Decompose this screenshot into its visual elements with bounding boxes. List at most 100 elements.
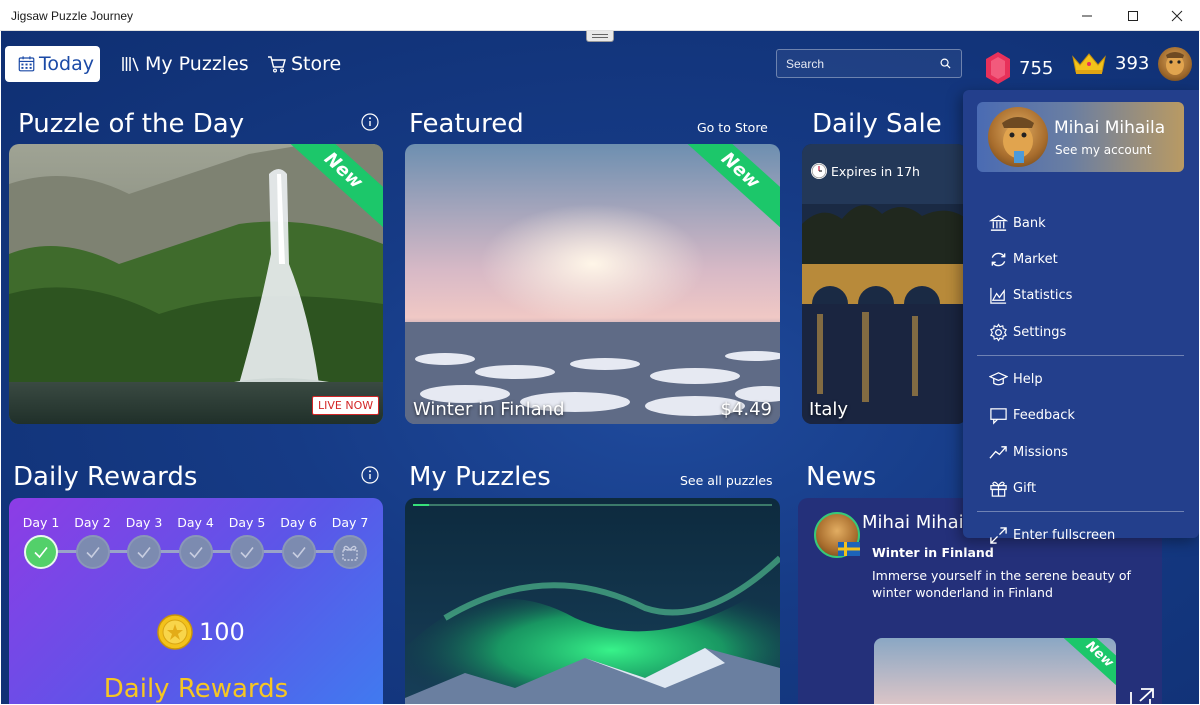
search-box (776, 49, 962, 78)
menu-item-fullscreen[interactable]: Enter fullscreen (989, 526, 1115, 545)
daily-sale-card[interactable]: Expires in 17h Italy (802, 144, 967, 424)
reward-day-label: Day 7 (331, 515, 369, 530)
calendar-icon (18, 56, 35, 72)
drag-handle[interactable] (586, 31, 614, 42)
close-button[interactable] (1154, 0, 1200, 31)
window-titlebar: Jigsaw Puzzle Journey (0, 0, 1200, 31)
crown-icon (1072, 53, 1106, 74)
reward-day-label: Day 3 (125, 515, 163, 530)
info-icon[interactable] (361, 466, 379, 484)
profile-avatar (988, 107, 1048, 167)
search-input[interactable] (777, 50, 932, 77)
puzzle-of-the-day-card[interactable]: New LIVE NOW (9, 144, 383, 424)
daily-rewards-card[interactable]: Day 1 Day 2 Day 3 Day 4 Day 5 Day 6 Day 7 100 … (9, 498, 383, 704)
chart-icon (990, 287, 1007, 304)
see-all-puzzles-link[interactable]: See all puzzles (680, 473, 773, 488)
menu-item-label: Bank (1013, 216, 1046, 231)
avatar-image (1166, 52, 1184, 75)
coin-icon (157, 614, 193, 650)
menu-item-bank[interactable]: Bank (989, 214, 1046, 233)
featured-name: Winter in Finland (413, 399, 565, 420)
gift-icon (342, 545, 358, 561)
gem-icon (986, 52, 1010, 84)
crowns-value: 393 (1115, 52, 1150, 74)
winter-finland-image (405, 144, 780, 424)
reward-day-marker[interactable] (75, 535, 110, 569)
reward-day-label: Day 5 (228, 515, 266, 530)
menu-item-missions[interactable]: Missions (989, 443, 1068, 462)
news-author: Mihai Mihail (862, 512, 969, 533)
see-my-account-link: See my account (1055, 143, 1152, 157)
cart-icon (268, 56, 286, 73)
search-icon[interactable] (940, 58, 951, 69)
puzzle-of-the-day-title: Puzzle of the Day (18, 109, 245, 139)
daily-rewards-banner: Daily Rewards (103, 674, 289, 704)
go-to-store-link[interactable]: Go to Store (697, 120, 768, 135)
reward-day-label: Day 1 (22, 515, 60, 530)
tab-today[interactable]: Today (5, 46, 100, 82)
window-title: Jigsaw Puzzle Journey (11, 9, 134, 23)
reward-day-gift[interactable] (333, 535, 367, 569)
menu-item-label: Settings (1013, 325, 1067, 340)
menu-item-settings[interactable]: Settings (989, 323, 1066, 342)
crowns-counter[interactable]: 393 (1071, 51, 1149, 75)
menu-item-label: Statistics (1013, 288, 1073, 303)
aurora-image (405, 498, 780, 704)
daily-sale-name: Italy (809, 399, 849, 420)
menu-item-gift[interactable]: Gift (989, 479, 1036, 498)
info-icon[interactable] (361, 113, 379, 131)
reward-day-claimed[interactable] (24, 535, 58, 569)
tab-store-label: Store (291, 53, 342, 75)
coin-amount: 100 (199, 618, 245, 646)
check-icon (188, 547, 203, 559)
gear-icon (990, 323, 1007, 342)
check-icon (85, 547, 100, 559)
graduation-cap-icon (989, 372, 1008, 386)
gems-counter[interactable]: 755 (985, 51, 1053, 85)
daily-sale-title: Daily Sale (812, 109, 942, 139)
check-icon (240, 547, 254, 559)
menu-item-label: Gift (1013, 481, 1037, 496)
maximize-button[interactable] (1110, 0, 1156, 31)
menu-item-label: Help (1013, 372, 1043, 387)
featured-card[interactable]: New Winter in Finland $4.49 (405, 144, 780, 424)
reward-day-label: Day 2 (74, 515, 111, 530)
menu-item-label: Market (1013, 252, 1058, 267)
reward-day-marker[interactable] (127, 535, 161, 569)
reward-day-marker[interactable] (230, 535, 264, 569)
menu-item-label: Missions (1013, 445, 1068, 460)
bank-icon (989, 215, 1008, 231)
library-icon (122, 57, 139, 72)
trend-up-icon (989, 446, 1007, 459)
minimize-icon (1082, 15, 1092, 16)
my-puzzles-card[interactable] (405, 498, 780, 704)
profile-name: Mihai Mihaila (1054, 118, 1166, 138)
news-body: Immerse yourself in the serene beauty of… (872, 568, 1131, 600)
menu-item-market[interactable]: Market (989, 250, 1058, 269)
tab-today-label: Today (39, 53, 94, 75)
user-avatar[interactable] (1158, 47, 1192, 81)
reward-day-marker[interactable] (178, 535, 213, 569)
menu-divider (977, 355, 1184, 356)
minimize-button[interactable] (1064, 0, 1110, 31)
menu-item-feedback[interactable]: Feedback (989, 406, 1075, 425)
tab-my-puzzles[interactable]: My Puzzles (121, 46, 249, 82)
live-now-badge: LIVE NOW (312, 396, 380, 415)
clock-icon (811, 163, 827, 179)
avatar-image (1002, 117, 1034, 163)
menu-item-statistics[interactable]: Statistics (989, 286, 1072, 305)
expires-timer: Expires in 17h (810, 162, 920, 180)
menu-item-help[interactable]: Help (989, 370, 1043, 389)
menu-divider (977, 511, 1184, 512)
sweden-flag-icon (838, 542, 860, 556)
tab-store[interactable]: Store (267, 46, 341, 82)
refresh-icon (991, 252, 1006, 267)
coin-reward: 100 (157, 614, 245, 650)
open-external-icon[interactable] (1128, 686, 1156, 704)
reward-day-marker[interactable] (281, 535, 316, 569)
profile-button[interactable]: Mihai Mihaila See my account (977, 102, 1184, 172)
expand-icon (990, 527, 1007, 544)
close-icon (1171, 10, 1183, 21)
menu-item-label: Enter fullscreen (1013, 528, 1116, 543)
tab-my-puzzles-label: My Puzzles (145, 53, 249, 75)
